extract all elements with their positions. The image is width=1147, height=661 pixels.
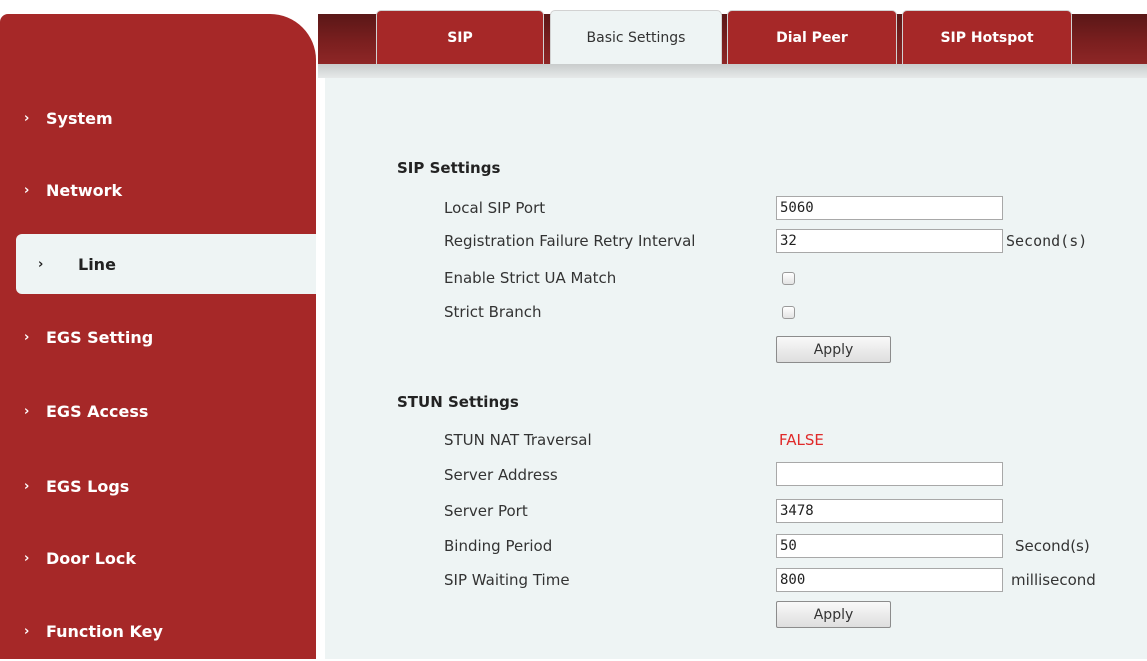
chevron-right-icon: › [24,403,30,419]
sidebar-item-egs-access[interactable]: › EGS Access [0,381,313,441]
sidebar-item-line[interactable]: › Line [16,234,316,294]
server-address-label: Server Address [444,466,558,484]
server-port-input[interactable] [776,499,1003,523]
sip-apply-button[interactable]: Apply [776,336,891,363]
sidebar-item-label: Function Key [46,621,163,641]
tab-label: Dial Peer [776,29,848,46]
sidebar-item-label: EGS Logs [46,476,130,496]
sidebar-item-egs-logs[interactable]: › EGS Logs [0,456,313,516]
binding-period-input[interactable] [776,534,1003,558]
sip-waiting-time-unit: millisecond [1011,571,1096,589]
stun-nat-traversal-status: FALSE [779,431,824,449]
sidebar-item-label: Line [78,254,116,274]
chevron-right-icon: › [24,478,30,494]
sidebar-item-function-key[interactable]: › Function Key [0,601,313,661]
sidebar-item-label: Network [46,180,123,200]
sidebar-item-egs-setting[interactable]: › EGS Setting [0,307,313,367]
chevron-right-icon: › [24,550,30,566]
local-sip-port-input[interactable] [776,196,1003,220]
retry-interval-unit: Second(s) [1006,232,1088,250]
chevron-right-icon: › [24,182,30,198]
strict-branch-label: Strict Branch [444,303,542,321]
strict-ua-match-checkbox[interactable] [782,272,795,285]
chevron-right-icon: › [24,110,30,126]
sidebar-item-system[interactable]: › System [0,88,313,148]
sidebar-item-door-lock[interactable]: › Door Lock [0,528,313,588]
server-address-input[interactable] [776,462,1003,486]
tab-bar-divider [318,64,1147,78]
sidebar-item-label: System [46,108,113,128]
section-title-sip-settings: SIP Settings [397,159,501,177]
sidebar-item-network[interactable]: › Network [0,160,313,220]
sidebar-item-label: Door Lock [46,548,137,568]
sidebar-item-label: EGS Setting [46,327,154,347]
tab-label: Basic Settings [586,29,686,46]
server-port-label: Server Port [444,502,528,520]
tab-basic-settings[interactable]: Basic Settings [550,10,722,64]
strict-branch-checkbox[interactable] [782,306,795,319]
stun-nat-traversal-label: STUN NAT Traversal [444,431,592,449]
tab-sip[interactable]: SIP [376,10,544,64]
chevron-right-icon: › [24,623,30,639]
sip-waiting-time-input[interactable] [776,568,1003,592]
retry-interval-input[interactable] [776,229,1003,253]
chevron-right-icon: › [38,256,44,272]
tab-dial-peer[interactable]: Dial Peer [727,10,897,64]
tab-label: SIP [447,29,473,46]
chevron-right-icon: › [24,329,30,345]
strict-ua-match-label: Enable Strict UA Match [444,269,617,287]
binding-period-unit: Second(s) [1015,537,1090,555]
section-title-stun-settings: STUN Settings [397,393,519,411]
retry-interval-label: Registration Failure Retry Interval [444,232,696,250]
tab-label: SIP Hotspot [940,29,1034,46]
tab-sip-hotspot[interactable]: SIP Hotspot [902,10,1072,64]
local-sip-port-label: Local SIP Port [444,199,546,217]
binding-period-label: Binding Period [444,537,553,555]
sip-waiting-time-label: SIP Waiting Time [444,571,570,589]
sidebar-item-label: EGS Access [46,401,149,421]
stun-apply-button[interactable]: Apply [776,601,891,628]
